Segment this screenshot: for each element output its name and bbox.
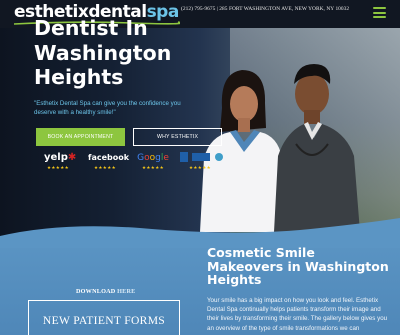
download-label: DOWNLOAD (76, 288, 116, 295)
hero-subtitle: "Esthetix Dental Spa can give you the co… (34, 100, 181, 117)
section-wave-divider (0, 218, 400, 248)
bbb-review-badge[interactable]: ★★★★★ (180, 152, 223, 174)
cosmetic-section-title: Cosmetic Smile Makeovers in Washington H… (207, 245, 389, 287)
bbb-logo-icon (180, 152, 223, 164)
facebook-stars: ★★★★★ (93, 165, 117, 170)
hero-title: Dentist In Washington Heights (34, 16, 172, 89)
why-esthetix-button[interactable]: WHY ESTHETIX (133, 128, 222, 146)
book-appointment-button[interactable]: BOOK AN APPOINTMENT (36, 128, 125, 146)
yelp-stars: ★★★★★ (46, 165, 70, 170)
google-review-badge[interactable]: Google ★★★★★ (137, 152, 169, 174)
contact-info[interactable]: (212) 795-9675 | 285 FORT WASHINGTON AVE… (181, 6, 349, 12)
google-stars: ★★★★★ (141, 165, 165, 170)
hamburger-icon[interactable] (373, 7, 386, 18)
new-patient-forms-button[interactable]: NEW PATIENT FORMS (28, 300, 180, 335)
facebook-review-badge[interactable]: facebook ★★★★★ (88, 152, 130, 174)
yelp-logo: yelp✱ (44, 152, 77, 163)
google-logo: Google (137, 153, 169, 163)
yelp-review-badge[interactable]: yelp✱ ★★★★★ (44, 152, 77, 174)
facebook-logo: facebook (88, 153, 130, 162)
cosmetic-section-body: Your smile has a big impact on how you l… (207, 297, 388, 332)
download-here-link[interactable]: HERE (117, 288, 135, 295)
download-forms-text: DOWNLOAD HERE (76, 288, 136, 295)
